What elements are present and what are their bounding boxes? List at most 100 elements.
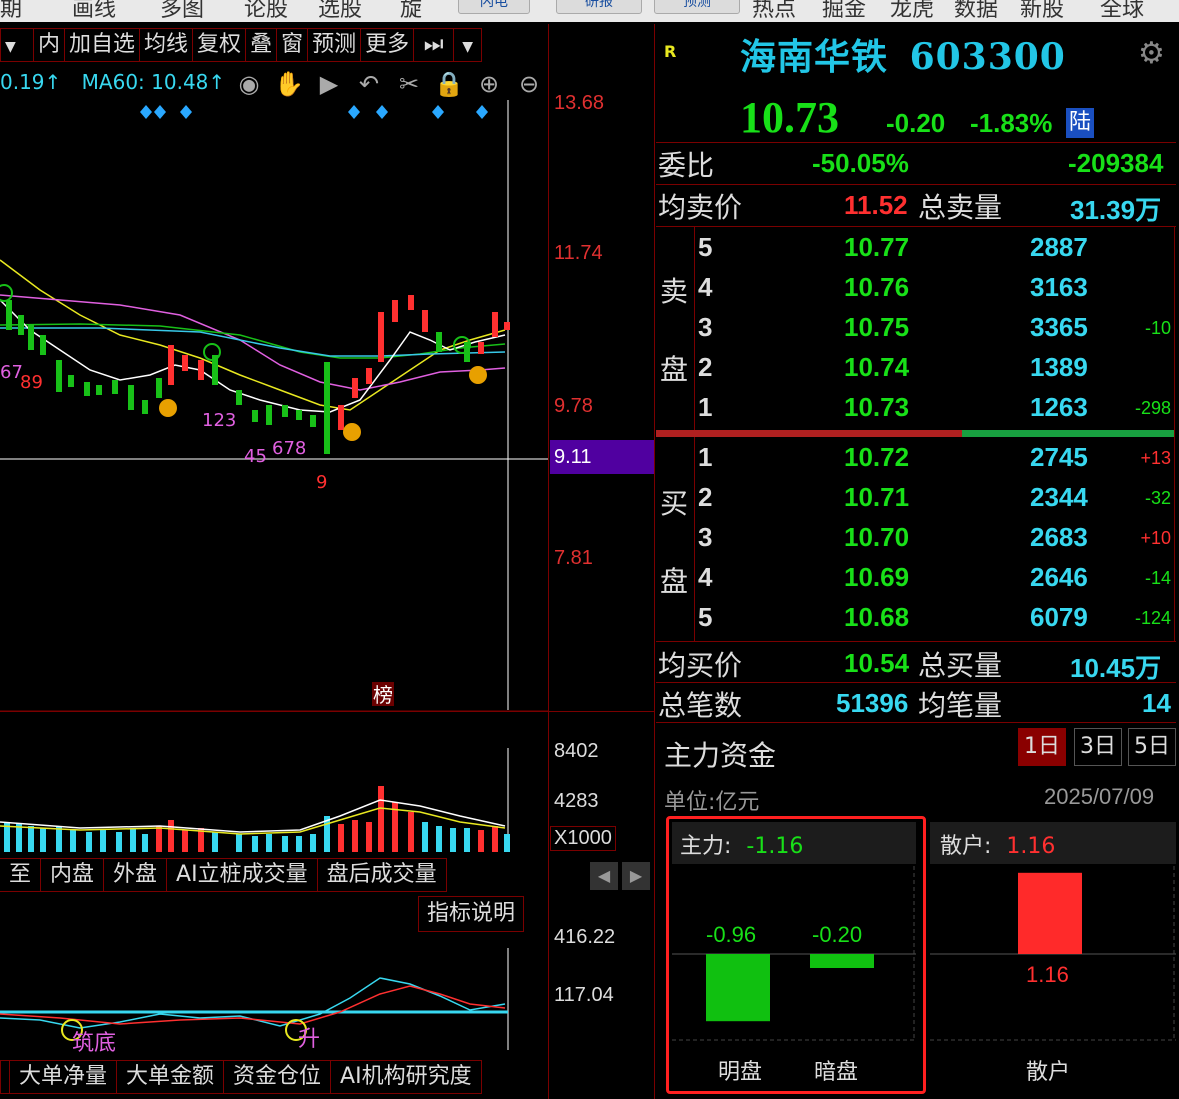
period-tab-1d[interactable]: 1日 xyxy=(1018,728,1066,766)
total-sell-value: 31.39万 xyxy=(1070,195,1162,225)
hand-icon[interactable]: ✋ xyxy=(272,70,306,100)
step-forward-icon[interactable]: ⏭ xyxy=(414,28,455,62)
bid-change: -32 xyxy=(1144,488,1171,508)
indicator-tab[interactable]: AI机构研究度 xyxy=(331,1060,482,1094)
main-label: 主力: -1.16 xyxy=(680,834,804,859)
top-nav: 期 画线 多图 论股 选股 旋 闪电 研报 预测 热点 掘金 龙虎 数据 新股 … xyxy=(0,0,1179,22)
volume-axis-label: 8402 xyxy=(554,740,599,762)
nav-item[interactable]: 多图 xyxy=(160,0,204,22)
retail-bottom-label: 散户 xyxy=(1026,1060,1071,1085)
indicator-help-button[interactable]: 指标说明 xyxy=(418,896,525,932)
toolbar-button[interactable]: 内 xyxy=(34,28,66,62)
nav-item[interactable]: 期 xyxy=(0,0,22,22)
avg-buy-value: 10.54 xyxy=(844,648,910,678)
indicator-axis-label: 416.22 xyxy=(554,926,616,948)
r-badge: R xyxy=(664,42,677,61)
volume-axis-label: 4283 xyxy=(554,790,599,812)
next-arrow-icon[interactable]: ▶ xyxy=(622,862,650,890)
sell-pressure-bar xyxy=(656,430,962,437)
nav-item[interactable]: 龙虎 xyxy=(890,0,934,22)
period-tab-5d[interactable]: 5日 xyxy=(1128,728,1176,766)
toolbar-button[interactable]: 均线 xyxy=(140,28,194,62)
nav-button[interactable]: 闪电 xyxy=(458,0,530,14)
price-axis-label: 7.81 xyxy=(554,547,593,569)
nav-button[interactable]: 预测 xyxy=(654,0,740,14)
price-axis-label: 13.68 xyxy=(554,92,605,114)
chevron-down-icon[interactable]: ▼ xyxy=(454,28,483,62)
volume-tab[interactable]: AI立桩成交量 xyxy=(167,858,318,892)
gear-icon[interactable]: ⚙ xyxy=(1138,36,1165,71)
nav-item[interactable]: 新股 xyxy=(1020,0,1064,22)
indicator-tab[interactable]: 大单金额 xyxy=(117,1060,225,1094)
retail-bar xyxy=(1018,872,1082,954)
nav-item[interactable]: 选股 xyxy=(318,0,362,22)
lock-icon[interactable]: 🔒 xyxy=(432,70,466,100)
ask-volume: 3365 xyxy=(1030,312,1088,342)
ask-price: 10.76 xyxy=(844,272,910,302)
candle-type-dropdown[interactable]: ▼ xyxy=(0,28,34,62)
toolbar-button[interactable]: 叠 xyxy=(246,28,278,62)
bid-price: 10.71 xyxy=(844,482,910,512)
indicator-tab[interactable]: 资金仓位 xyxy=(224,1060,332,1094)
indicator-label: 筑底 xyxy=(72,1031,116,1056)
bid-change: -14 xyxy=(1144,568,1171,588)
ma60-value: MA60: 10.48↑ xyxy=(81,70,226,94)
eye-icon[interactable]: ◉ xyxy=(232,70,266,100)
price-axis-label: 11.74 xyxy=(554,242,603,264)
sell-side-label: 卖 xyxy=(660,275,689,308)
volume-tab[interactable]: 内盘 xyxy=(41,858,105,892)
period-tab-3d[interactable]: 3日 xyxy=(1074,728,1122,766)
buy-side-label: 买 xyxy=(660,487,689,520)
toolbar-button[interactable]: 窗 xyxy=(277,28,309,62)
zoom-out-icon[interactable]: ⊖ xyxy=(512,70,546,100)
chart-tools: ◉ ✋ ▶ ↶ ✂ 🔒 ⊕ ⊖ xyxy=(232,70,546,100)
nav-item[interactable]: 掘金 xyxy=(822,0,866,22)
capital-bars-chart xyxy=(672,866,1176,1041)
nav-item[interactable]: 热点 xyxy=(752,0,796,22)
prev-arrow-icon[interactable]: ◀ xyxy=(590,862,618,890)
bid-volume: 2646 xyxy=(1030,562,1088,592)
lu-badge: 陆 xyxy=(1066,108,1094,138)
seq-label: 45 xyxy=(244,446,267,467)
nav-item[interactable]: 画线 xyxy=(72,0,116,22)
scissors-icon[interactable]: ✂ xyxy=(392,70,426,100)
weicha-value: -209384 xyxy=(1068,148,1164,178)
volume-tab[interactable]: 至 xyxy=(0,858,42,892)
toolbar-button[interactable]: 加自选 xyxy=(65,28,141,62)
price-change: -0.20 xyxy=(886,108,946,138)
stock-title: 海南华铁 603300 xyxy=(740,28,1066,80)
signal-diamonds xyxy=(140,105,488,119)
bid-level: 5 xyxy=(698,602,713,632)
ask-volume: 1389 xyxy=(1030,352,1088,382)
volume-tab[interactable]: 外盘 xyxy=(104,858,168,892)
toolbar-button[interactable]: 更多 xyxy=(361,28,415,62)
total-buy-value: 10.45万 xyxy=(1070,653,1162,683)
bid-level: 2 xyxy=(698,482,713,512)
retail-label: 散户: 1.16 xyxy=(940,834,1056,859)
bid-volume: 6079 xyxy=(1030,602,1088,632)
chevron-down-icon: ▼ xyxy=(5,39,16,55)
retail-bar-value: 1.16 xyxy=(1026,962,1069,987)
stock-name: 海南华铁 xyxy=(740,36,889,78)
ask-level: 4 xyxy=(698,272,713,302)
play-icon[interactable]: ▶ xyxy=(312,70,346,100)
bid-change: +10 xyxy=(1140,528,1171,548)
toolbar-button[interactable]: 预测 xyxy=(308,28,362,62)
mingpan-label: 明盘 xyxy=(718,1060,763,1085)
volume-tab[interactable]: 盘后成交量 xyxy=(317,858,447,892)
nav-item[interactable]: 论股 xyxy=(244,0,288,22)
zoom-in-icon[interactable]: ⊕ xyxy=(472,70,506,100)
nav-button[interactable]: 研报 xyxy=(556,0,642,14)
rank-badge-label: 榜 xyxy=(373,683,393,707)
nav-item[interactable]: 旋 xyxy=(400,0,422,22)
ask-price: 10.77 xyxy=(844,232,910,262)
toolbar-button[interactable]: 复权 xyxy=(193,28,247,62)
nav-item[interactable]: 全球 xyxy=(1100,0,1144,22)
nav-item[interactable]: 数据 xyxy=(954,0,998,22)
indicator-label: 升 xyxy=(298,1027,320,1052)
volume-unit-label: X1000 xyxy=(550,826,616,851)
undo-icon[interactable]: ↶ xyxy=(352,70,386,100)
indicator-tab[interactable]: 大单净量 xyxy=(10,1060,118,1094)
ask-change: -298 xyxy=(1134,398,1171,418)
bid-volume: 2745 xyxy=(1030,442,1088,472)
